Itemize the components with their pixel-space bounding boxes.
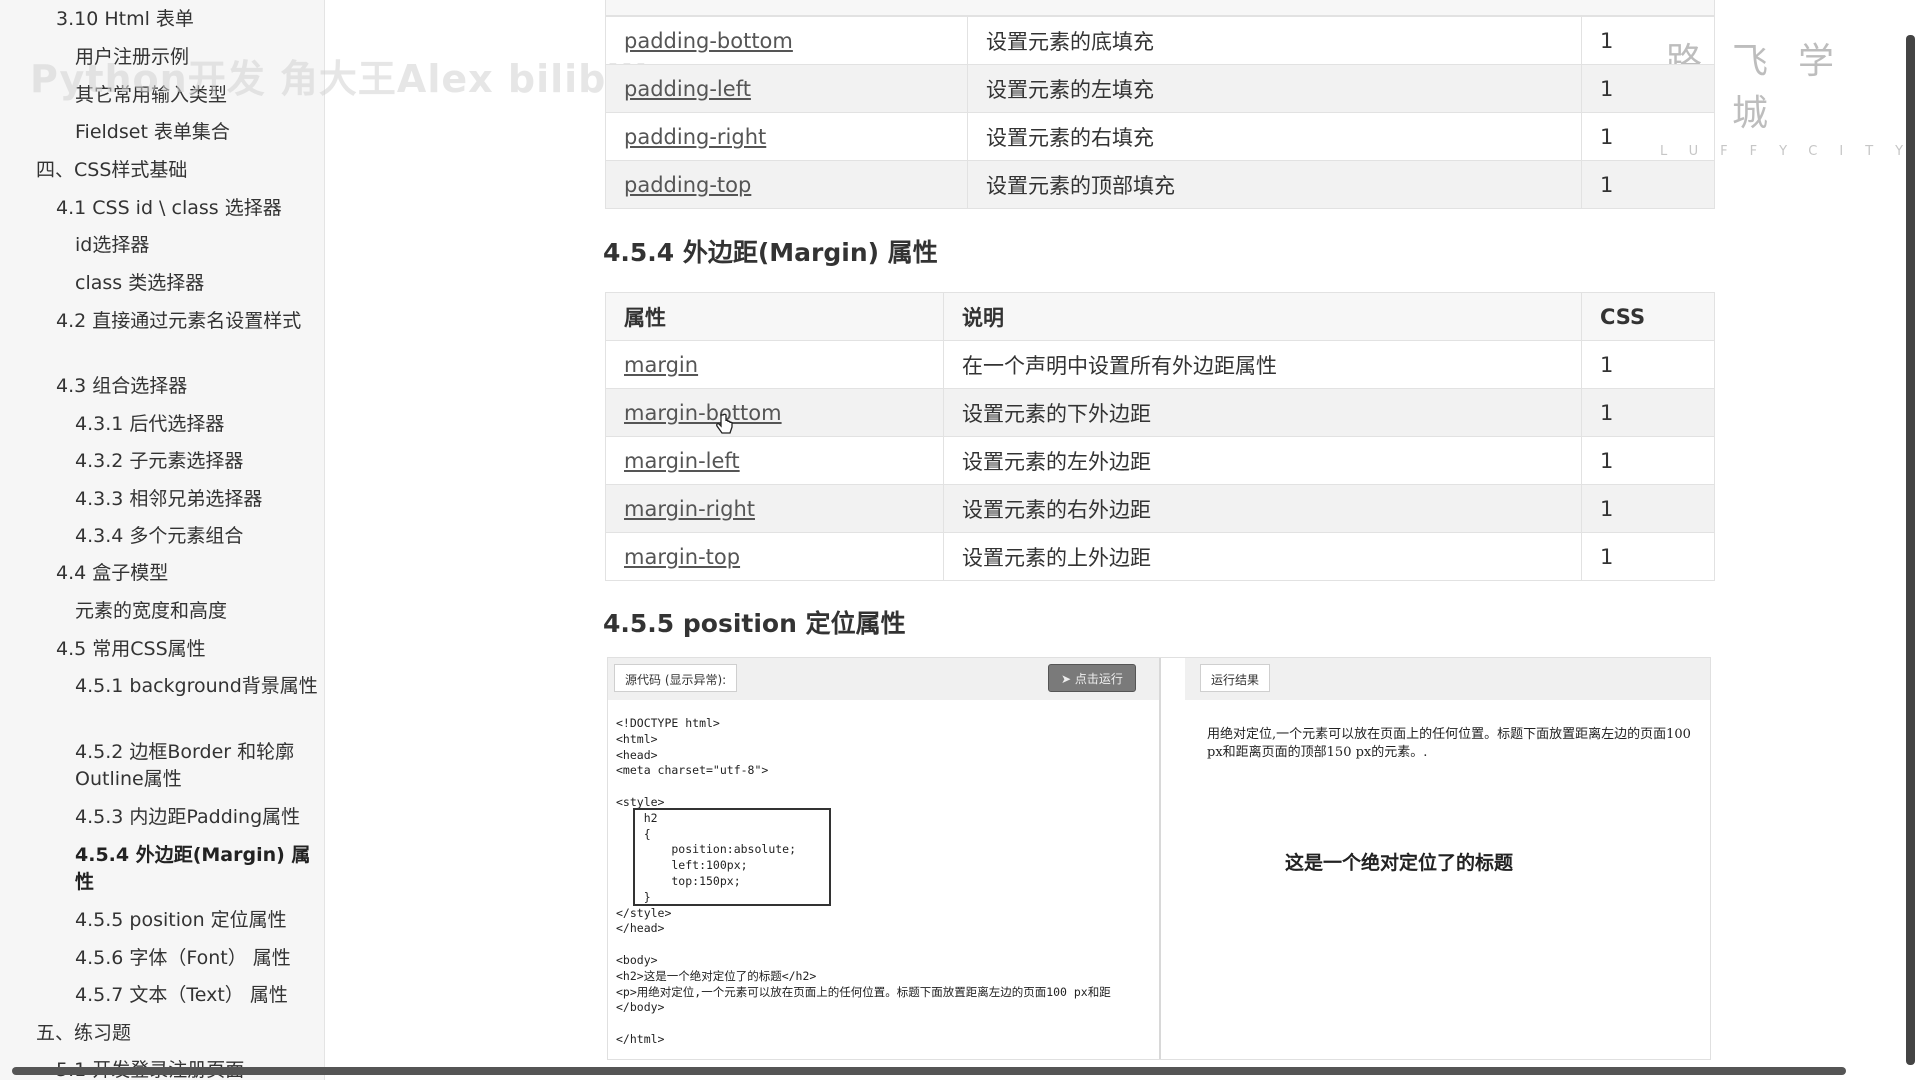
- toc-item[interactable]: 4.3.3 相邻兄弟选择器: [75, 486, 262, 513]
- toc-item[interactable]: 元素的宽度和高度: [75, 598, 227, 625]
- table-row: margin 在一个声明中设置所有外边距属性 1: [605, 340, 1715, 389]
- sidebar-toc: 3.10 Html 表单 用户注册示例 其它常用输入类型 Fieldset 表单…: [0, 0, 325, 1080]
- prop-link[interactable]: padding-top: [624, 173, 751, 197]
- prop-link[interactable]: margin: [624, 353, 698, 377]
- prop-cell: margin: [605, 340, 944, 389]
- toc-item[interactable]: id选择器: [75, 232, 149, 259]
- toc-item[interactable]: 4.5.5 position 定位属性: [75, 907, 287, 934]
- css-cell: 1: [1581, 160, 1715, 209]
- toc-item[interactable]: 4.5.3 内边距Padding属性: [75, 804, 300, 831]
- header-desc: 说明: [943, 292, 1582, 341]
- result-pane: 运行结果 用绝对定位,一个元素可以放在页面上的任何位置。标题下面放置距离左边的页…: [1185, 658, 1710, 1059]
- header-prop: 属性: [605, 292, 944, 341]
- toc-item[interactable]: 4.5.6 字体（Font） 属性: [75, 945, 291, 972]
- toc-item[interactable]: 4.5.2 边框Border 和轮廓Outline属性: [75, 739, 324, 793]
- table-row: padding-right 设置元素的右填充 1: [605, 112, 1715, 161]
- result-toolbar: 运行结果: [1185, 658, 1710, 700]
- result-paragraph: 用绝对定位,一个元素可以放在页面上的任何位置。标题下面放置距离左边的页面100 …: [1207, 727, 1691, 760]
- table-row: margin-left 设置元素的左外边距 1: [605, 436, 1715, 485]
- table-header-row: 属性 说明 CSS: [605, 292, 1715, 341]
- desc-cell: 设置元素的顶部填充: [967, 160, 1582, 209]
- run-icon: ➤: [1061, 672, 1075, 686]
- desc-cell: 设置元素的底填充: [967, 16, 1582, 65]
- run-button-label: 点击运行: [1074, 672, 1123, 686]
- prop-cell: padding-bottom: [605, 16, 968, 65]
- prop-link[interactable]: margin-bottom: [624, 401, 782, 425]
- prop-cell: padding-top: [605, 160, 968, 209]
- css-cell: 1: [1581, 16, 1715, 65]
- table-row: padding-top 设置元素的顶部填充 1: [605, 160, 1715, 209]
- section-heading-margin: 4.5.4 外边距(Margin) 属性: [603, 238, 938, 267]
- toc-item[interactable]: 四、CSS样式基础: [36, 157, 187, 184]
- prop-link[interactable]: margin-top: [624, 545, 740, 569]
- prop-cell: padding-left: [605, 64, 968, 113]
- hand-cursor-icon: [716, 413, 733, 434]
- toc-item[interactable]: 4.3.2 子元素选择器: [75, 448, 243, 475]
- prop-cell: margin-top: [605, 532, 944, 581]
- prop-cell: margin-right: [605, 484, 944, 533]
- desc-cell: 设置元素的上外边距: [943, 532, 1582, 581]
- toc-item-active[interactable]: 4.5.4 外边距(Margin) 属性: [75, 842, 324, 896]
- result-heading: 这是一个绝对定位了的标题: [1285, 852, 1514, 874]
- desc-cell: 设置元素的下外边距: [943, 388, 1582, 437]
- prop-link[interactable]: padding-bottom: [624, 29, 793, 53]
- prop-link[interactable]: margin-right: [624, 497, 755, 521]
- table-row: margin-bottom 设置元素的下外边距 1: [605, 388, 1715, 437]
- source-code-pane: 源代码 (显示异常): ➤ 点击运行 <!DOCTYPE html> <html…: [608, 658, 1161, 1059]
- desc-cell: 在一个声明中设置所有外边距属性: [943, 340, 1582, 389]
- css-cell: 1: [1581, 64, 1715, 113]
- prop-link[interactable]: padding-right: [624, 125, 766, 149]
- table-row: margin-right 设置元素的右外边距 1: [605, 484, 1715, 533]
- css-cell: 1: [1581, 340, 1715, 389]
- video-watermark: Python开发 角大王Alex bilibili: [30, 57, 649, 101]
- toc-item[interactable]: 4.5.7 文本（Text） 属性: [75, 982, 288, 1009]
- prop-link[interactable]: margin-left: [624, 449, 740, 473]
- css-cell: 1: [1581, 436, 1715, 485]
- desc-cell: 设置元素的右外边距: [943, 484, 1582, 533]
- highlight-box: [633, 808, 831, 906]
- section-heading-position: 4.5.5 position 定位属性: [603, 609, 906, 638]
- run-button[interactable]: ➤ 点击运行: [1048, 664, 1136, 692]
- toc-item[interactable]: 4.3 组合选择器: [56, 373, 187, 400]
- css-cell: 1: [1581, 484, 1715, 533]
- code-demo-panel: 源代码 (显示异常): ➤ 点击运行 <!DOCTYPE html> <html…: [607, 657, 1711, 1060]
- toc-item[interactable]: 4.1 CSS id \ class 选择器: [56, 195, 282, 222]
- margin-table: 属性 说明 CSS margin 在一个声明中设置所有外边距属性 1 margi…: [605, 292, 1715, 581]
- table-row: padding-left 设置元素的左填充 1: [605, 64, 1715, 113]
- toc-item[interactable]: Fieldset 表单集合: [75, 119, 230, 146]
- toc-item[interactable]: 4.2 直接通过元素名设置样式: [56, 308, 306, 335]
- toc-item[interactable]: 4.3.4 多个元素组合: [75, 523, 243, 550]
- table-row-clipped: [605, 0, 1715, 16]
- table-row: margin-top 设置元素的上外边距 1: [605, 532, 1715, 581]
- result-tab[interactable]: 运行结果: [1200, 664, 1271, 692]
- toc-item[interactable]: 3.10 Html 表单: [56, 6, 194, 33]
- toc-item[interactable]: class 类选择器: [75, 270, 204, 297]
- desc-cell: 设置元素的左外边距: [943, 436, 1582, 485]
- vertical-scrollbar[interactable]: [1906, 35, 1915, 1065]
- source-tab[interactable]: 源代码 (显示异常):: [614, 664, 738, 692]
- prop-cell: margin-left: [605, 436, 944, 485]
- toc-item[interactable]: 4.3.1 后代选择器: [75, 411, 224, 438]
- header-css: CSS: [1581, 292, 1715, 341]
- toc-item[interactable]: 五、练习题: [36, 1020, 131, 1047]
- prop-cell: padding-right: [605, 112, 968, 161]
- css-cell: 1: [1581, 532, 1715, 581]
- css-cell: 1: [1581, 112, 1715, 161]
- padding-table: padding-bottom 设置元素的底填充 1 padding-left 设…: [605, 16, 1715, 209]
- desc-cell: 设置元素的左填充: [967, 64, 1582, 113]
- source-toolbar: 源代码 (显示异常): ➤ 点击运行: [608, 658, 1159, 700]
- toc-item[interactable]: 4.5 常用CSS属性: [56, 636, 206, 663]
- prop-link[interactable]: padding-left: [624, 77, 751, 101]
- toc-item[interactable]: 4.4 盒子模型: [56, 560, 168, 587]
- toc-item[interactable]: 4.5.1 background背景属性: [75, 673, 324, 700]
- horizontal-scrollbar[interactable]: [12, 1067, 1846, 1075]
- table-row: padding-bottom 设置元素的底填充 1: [605, 16, 1715, 65]
- desc-cell: 设置元素的右填充: [967, 112, 1582, 161]
- css-cell: 1: [1581, 388, 1715, 437]
- prop-cell: margin-bottom: [605, 388, 944, 437]
